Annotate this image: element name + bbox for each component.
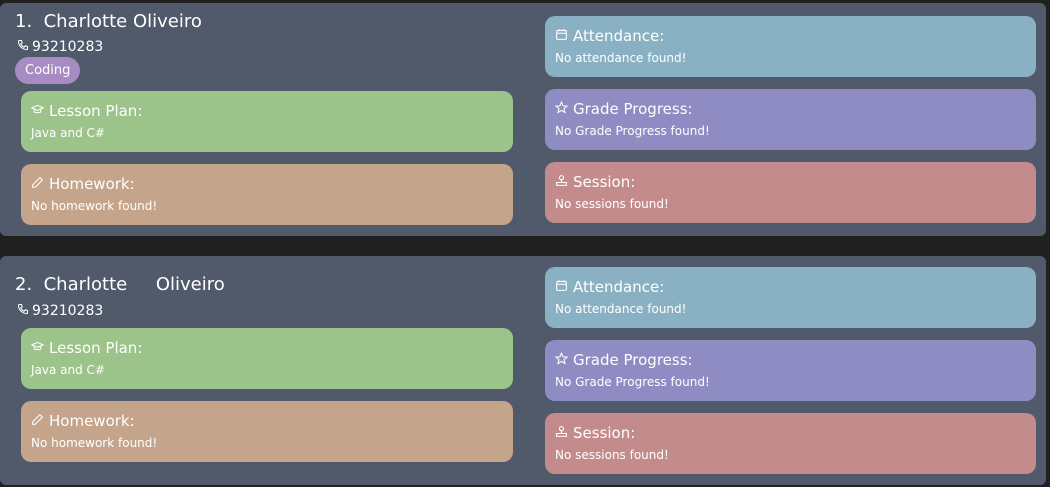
session-panel[interactable]: Session: No sessions found!: [545, 162, 1036, 223]
grade-progress-title: Grade Progress:: [573, 100, 693, 118]
star-icon: [554, 351, 569, 369]
homework-title: Homework:: [49, 175, 135, 193]
phone-row: 93210283: [17, 39, 103, 55]
session-icon: [555, 424, 568, 442]
homework-text: No homework found!: [31, 199, 158, 213]
student-card[interactable]: 1. Charlotte Oliveiro 93210283 Coding Le…: [0, 3, 1046, 236]
lesson-plan-text: Java and C#: [31, 363, 105, 377]
graduation-cap-icon: [30, 102, 45, 120]
session-text: No sessions found!: [555, 448, 669, 462]
session-panel[interactable]: Session: No sessions found!: [545, 413, 1036, 474]
calendar-icon: [555, 27, 568, 45]
lesson-plan-panel[interactable]: Lesson Plan: Java and C#: [21, 328, 513, 389]
attendance-panel[interactable]: Attendance: No attendance found!: [545, 267, 1036, 328]
attendance-text: No attendance found!: [555, 302, 687, 316]
lesson-plan-title: Lesson Plan:: [49, 102, 143, 120]
phone-number: 93210283: [32, 39, 104, 55]
attendance-title: Attendance:: [573, 278, 665, 296]
student-name: 2. Charlotte Oliveiro: [15, 274, 225, 295]
tag-badge[interactable]: Coding: [15, 57, 81, 84]
attendance-panel[interactable]: Attendance: No attendance found!: [545, 16, 1036, 77]
phone-row: 93210283: [17, 303, 103, 319]
star-icon: [554, 100, 569, 118]
session-text: No sessions found!: [555, 197, 669, 211]
calendar-icon: [555, 278, 568, 296]
attendance-text: No attendance found!: [555, 51, 687, 65]
graduation-cap-icon: [30, 339, 45, 357]
student-card[interactable]: 2. Charlotte Oliveiro 93210283 Lesson Pl…: [0, 256, 1046, 485]
session-icon: [555, 173, 568, 191]
homework-text: No homework found!: [31, 436, 158, 450]
pencil-icon: [31, 175, 44, 193]
grade-progress-title: Grade Progress:: [573, 351, 693, 369]
phone-number: 93210283: [32, 303, 104, 319]
grade-progress-text: No Grade Progress found!: [555, 124, 710, 138]
lesson-plan-title: Lesson Plan:: [49, 339, 143, 357]
homework-panel[interactable]: Homework: No homework found!: [21, 401, 513, 462]
homework-panel[interactable]: Homework: No homework found!: [21, 164, 513, 225]
pencil-icon: [31, 412, 44, 430]
homework-title: Homework:: [49, 412, 135, 430]
lesson-plan-panel[interactable]: Lesson Plan: Java and C#: [21, 91, 513, 152]
phone-icon: [17, 39, 29, 55]
student-name: 1. Charlotte Oliveiro: [15, 11, 202, 32]
grade-progress-text: No Grade Progress found!: [555, 375, 710, 389]
attendance-title: Attendance:: [573, 27, 665, 45]
grade-progress-panel[interactable]: Grade Progress: No Grade Progress found!: [545, 340, 1036, 401]
session-title: Session:: [573, 424, 636, 442]
session-title: Session:: [573, 173, 636, 191]
phone-icon: [17, 303, 29, 319]
lesson-plan-text: Java and C#: [31, 126, 105, 140]
grade-progress-panel[interactable]: Grade Progress: No Grade Progress found!: [545, 89, 1036, 150]
